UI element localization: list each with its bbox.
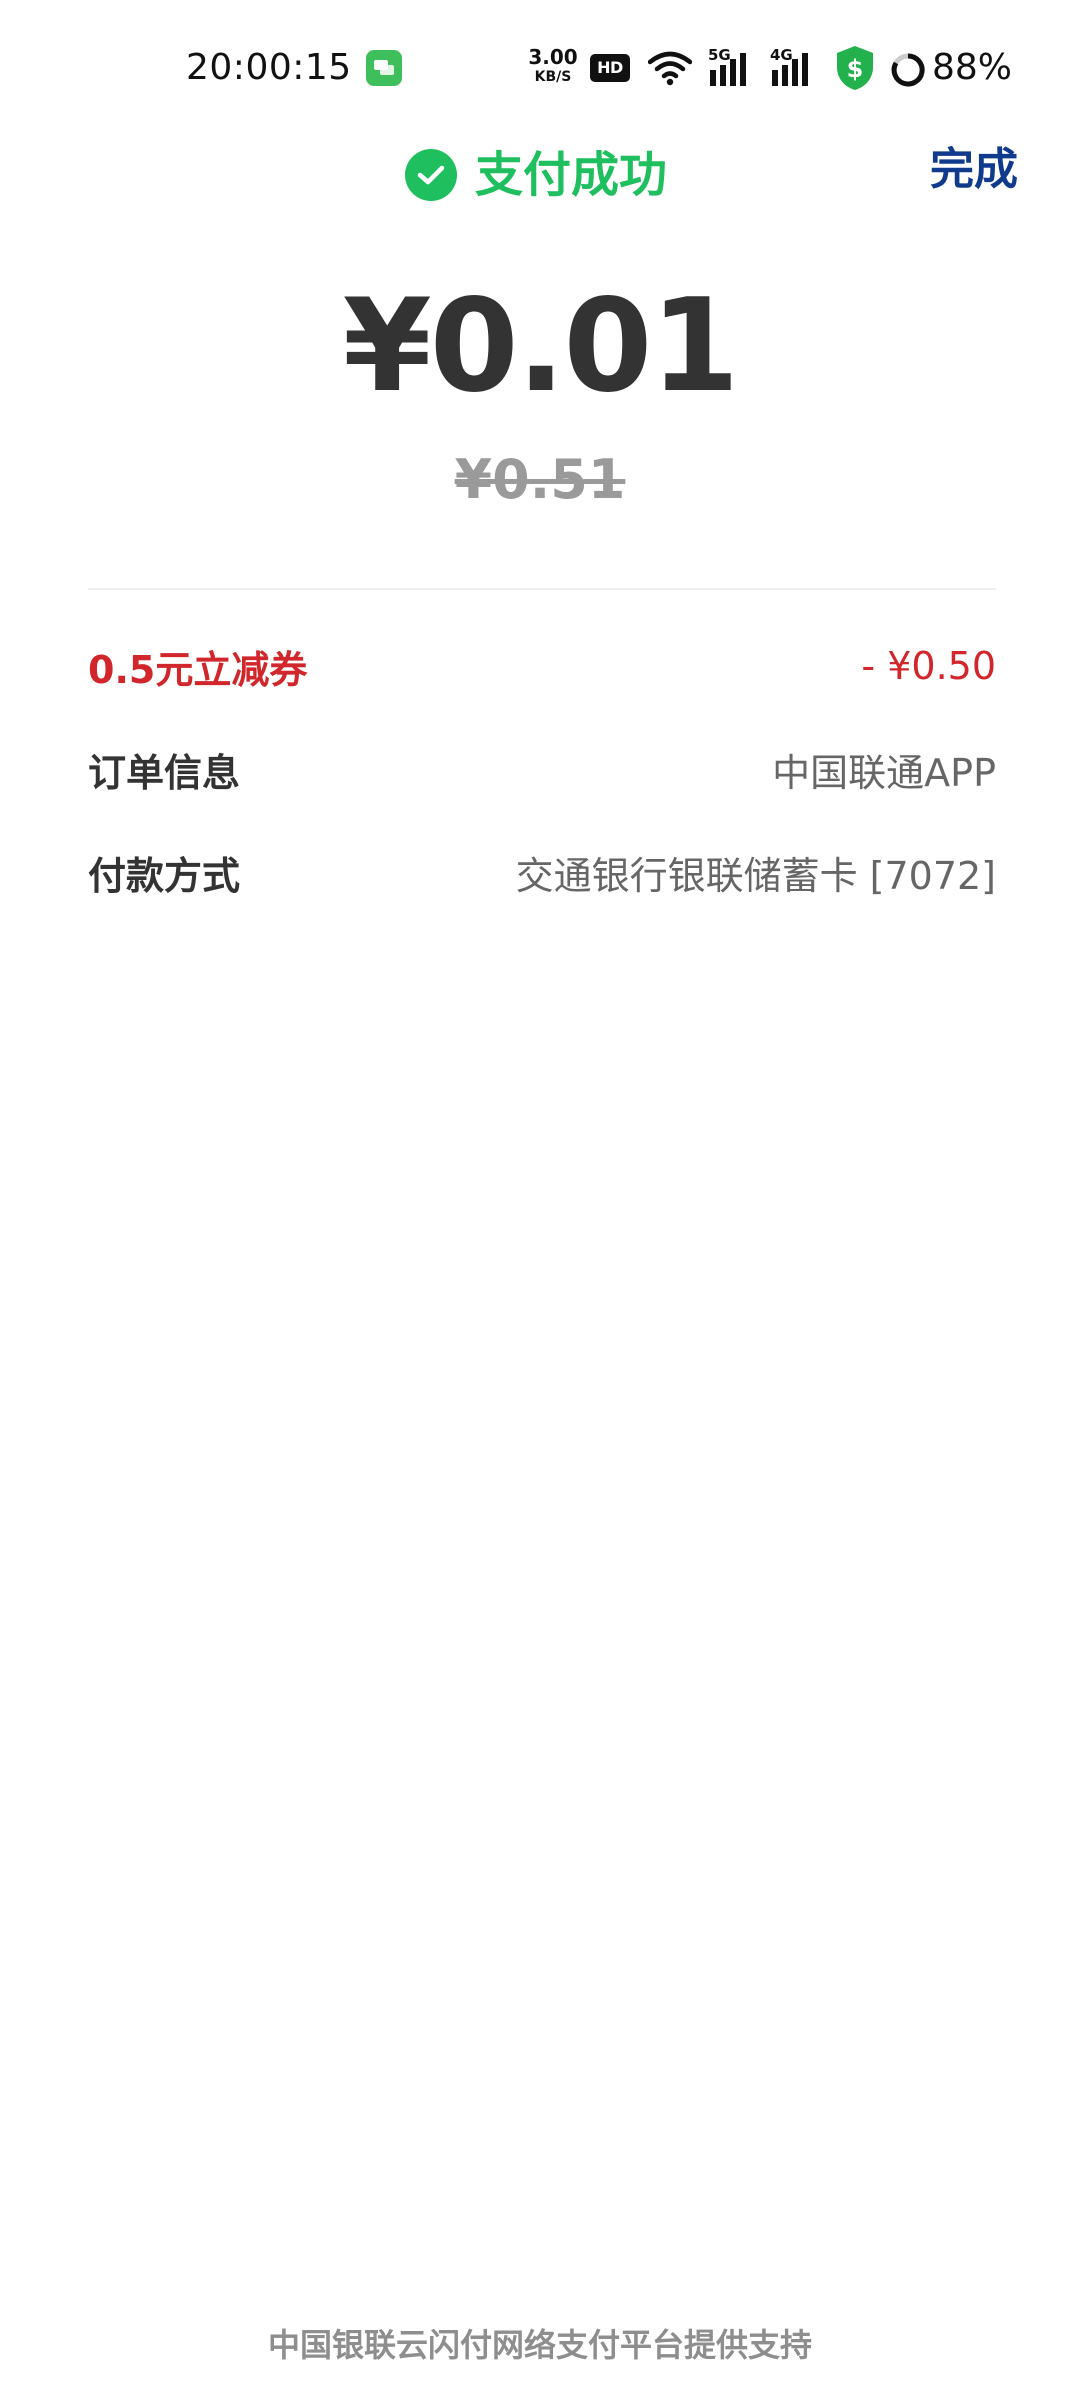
order-info-value: 中国联通APP (772, 750, 996, 795)
security-shield-icon: $ (834, 44, 876, 96)
page-title: 支付成功 (475, 147, 668, 203)
message-app-icon (366, 50, 402, 86)
network-speed: 3.00 KB/S (525, 46, 581, 92)
check-circle-icon (405, 149, 457, 201)
wifi-icon (647, 50, 693, 90)
battery-icon (890, 52, 926, 92)
coupon-row: 0.5元立减券 - ¥0.50 (88, 626, 996, 706)
coupon-label: 0.5元立减券 (88, 647, 308, 692)
hd-voice-icon: HD (590, 54, 630, 82)
signal-4g-label: 4G (770, 46, 793, 64)
done-button[interactable]: 完成 (930, 130, 1018, 220)
network-speed-unit: KB/S (534, 69, 572, 85)
svg-text:$: $ (847, 55, 864, 83)
footer-powered-by: 中国银联云闪付网络支付平台提供支持 (267, 2326, 812, 2364)
divider (88, 588, 996, 590)
payment-method-row: 付款方式 交通银行银联储蓄卡 [7072] (88, 832, 996, 912)
battery-percent: 88% (932, 47, 1013, 88)
header: 支付成功 完成 (0, 130, 1080, 220)
signal-5g-icon: 5G (708, 46, 756, 92)
paid-amount: ¥0.01 (342, 272, 740, 421)
order-info-row: 订单信息 中国联通APP (88, 729, 996, 809)
signal-5g-label: 5G (708, 46, 731, 64)
success-title-group: 支付成功 (405, 130, 667, 220)
payment-method-label: 付款方式 (88, 853, 241, 898)
status-time: 20:00:15 (186, 47, 352, 88)
order-info-label: 订单信息 (88, 750, 241, 795)
signal-4g-icon: 4G (770, 46, 818, 92)
status-bar: 20:00:15 3.00 KB/S HD 5G 4G $ 88% (0, 0, 1080, 130)
original-amount: ¥0.51 (454, 448, 626, 511)
coupon-value: - ¥0.50 (861, 644, 996, 688)
network-speed-value: 3.00 (528, 45, 578, 69)
payment-method-value: 交通银行银联储蓄卡 [7072] (515, 853, 996, 898)
